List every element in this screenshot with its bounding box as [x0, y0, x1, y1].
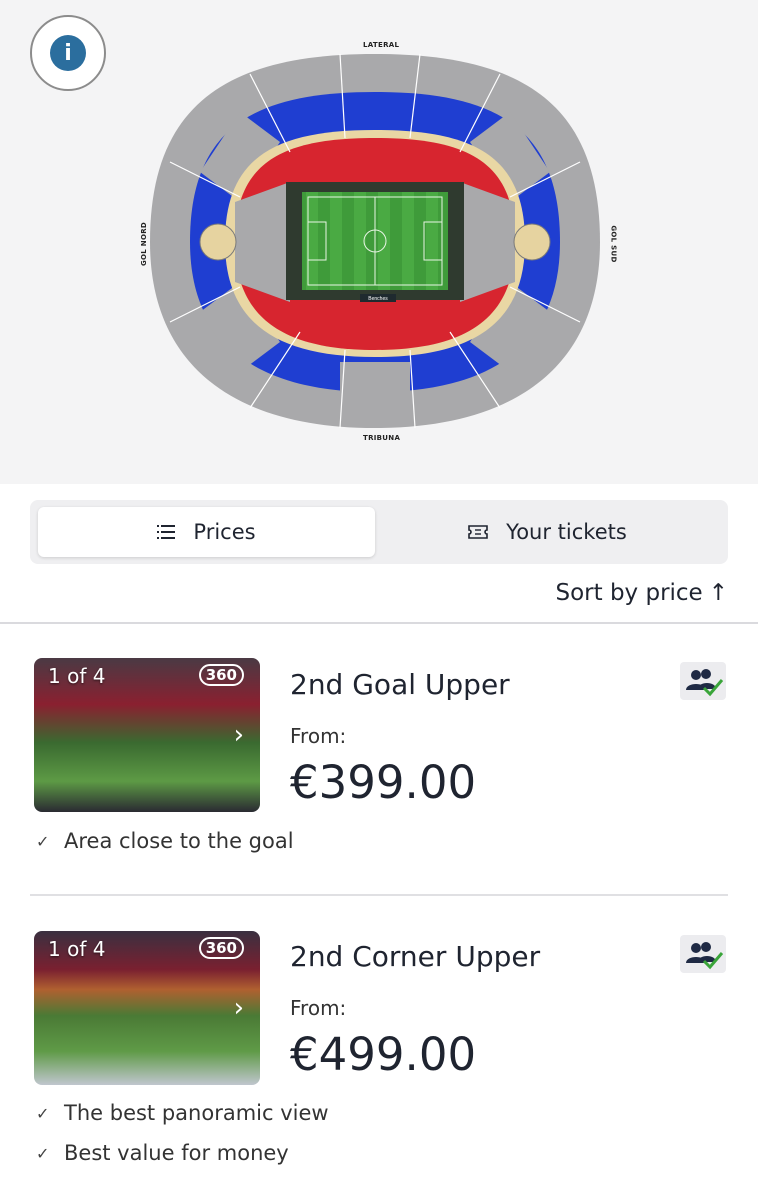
- stadium-view-carousel[interactable]: 1 of 4 360 ›: [34, 658, 260, 812]
- view-tabs: Prices Your tickets: [30, 500, 728, 564]
- sort-by-price-button[interactable]: Sort by price ↑: [555, 580, 728, 606]
- chevron-right-icon[interactable]: ›: [234, 993, 244, 1023]
- feature-text: Area close to the goal: [64, 829, 294, 853]
- price-prefix: From:: [290, 724, 347, 748]
- chevron-right-icon[interactable]: ›: [234, 720, 244, 750]
- listing-divider: [30, 894, 728, 896]
- stadium-map-area: i LATERAL TRIBUNA GOL NORD GOL SUD Bench…: [0, 0, 758, 484]
- carousel-counter: 1 of 4: [48, 937, 106, 961]
- listing-title: 2nd Goal Upper: [290, 668, 510, 701]
- goal-logo-right: [513, 223, 551, 261]
- feature-item: ✓ Area close to the goal: [36, 829, 294, 853]
- label-gol-sud: GOL SUD: [609, 225, 618, 263]
- check-icon: ✓: [36, 1103, 50, 1123]
- sort-label: Sort by price: [555, 580, 703, 606]
- feature-item: ✓ Best value for money: [36, 1141, 289, 1165]
- tab-your-tickets[interactable]: Your tickets: [375, 507, 720, 557]
- carousel-counter: 1 of 4: [48, 664, 106, 688]
- ticket-icon: [468, 520, 488, 544]
- list-icon: [157, 520, 176, 544]
- red-gap-left: [235, 182, 290, 302]
- stadium-view-carousel[interactable]: 1 of 4 360 ›: [34, 931, 260, 1085]
- list-top-divider: [0, 622, 758, 624]
- red-gap-right: [460, 182, 515, 302]
- group-seating-icon: [680, 935, 726, 973]
- panorama-360-icon[interactable]: 360: [198, 664, 244, 686]
- goal-logo-left: [199, 223, 237, 261]
- sort-arrow-up-icon: ↑: [708, 580, 728, 606]
- stadium-seating-map[interactable]: Benches: [140, 32, 610, 432]
- feature-text: Best value for money: [64, 1141, 289, 1165]
- feature-text: The best panoramic view: [64, 1101, 329, 1125]
- panorama-360-icon[interactable]: 360: [198, 937, 244, 959]
- listing-title: 2nd Corner Upper: [290, 940, 541, 973]
- price-prefix: From:: [290, 996, 347, 1020]
- label-tribuna: TRIBUNA: [363, 434, 401, 442]
- check-icon: ✓: [36, 831, 50, 851]
- group-seating-icon: [680, 662, 726, 700]
- tab-prices[interactable]: Prices: [38, 507, 375, 557]
- feature-item: ✓ The best panoramic view: [36, 1101, 329, 1125]
- price-value: €399.00: [290, 756, 477, 809]
- benches-label: Benches: [368, 296, 388, 302]
- tab-prices-label: Prices: [193, 520, 256, 544]
- info-icon: i: [50, 35, 86, 71]
- price-value: €499.00: [290, 1028, 477, 1081]
- check-icon: ✓: [36, 1143, 50, 1163]
- tab-your-tickets-label: Your tickets: [506, 520, 627, 544]
- info-button[interactable]: i: [30, 15, 106, 91]
- blue-gap-bottom: [340, 362, 410, 394]
